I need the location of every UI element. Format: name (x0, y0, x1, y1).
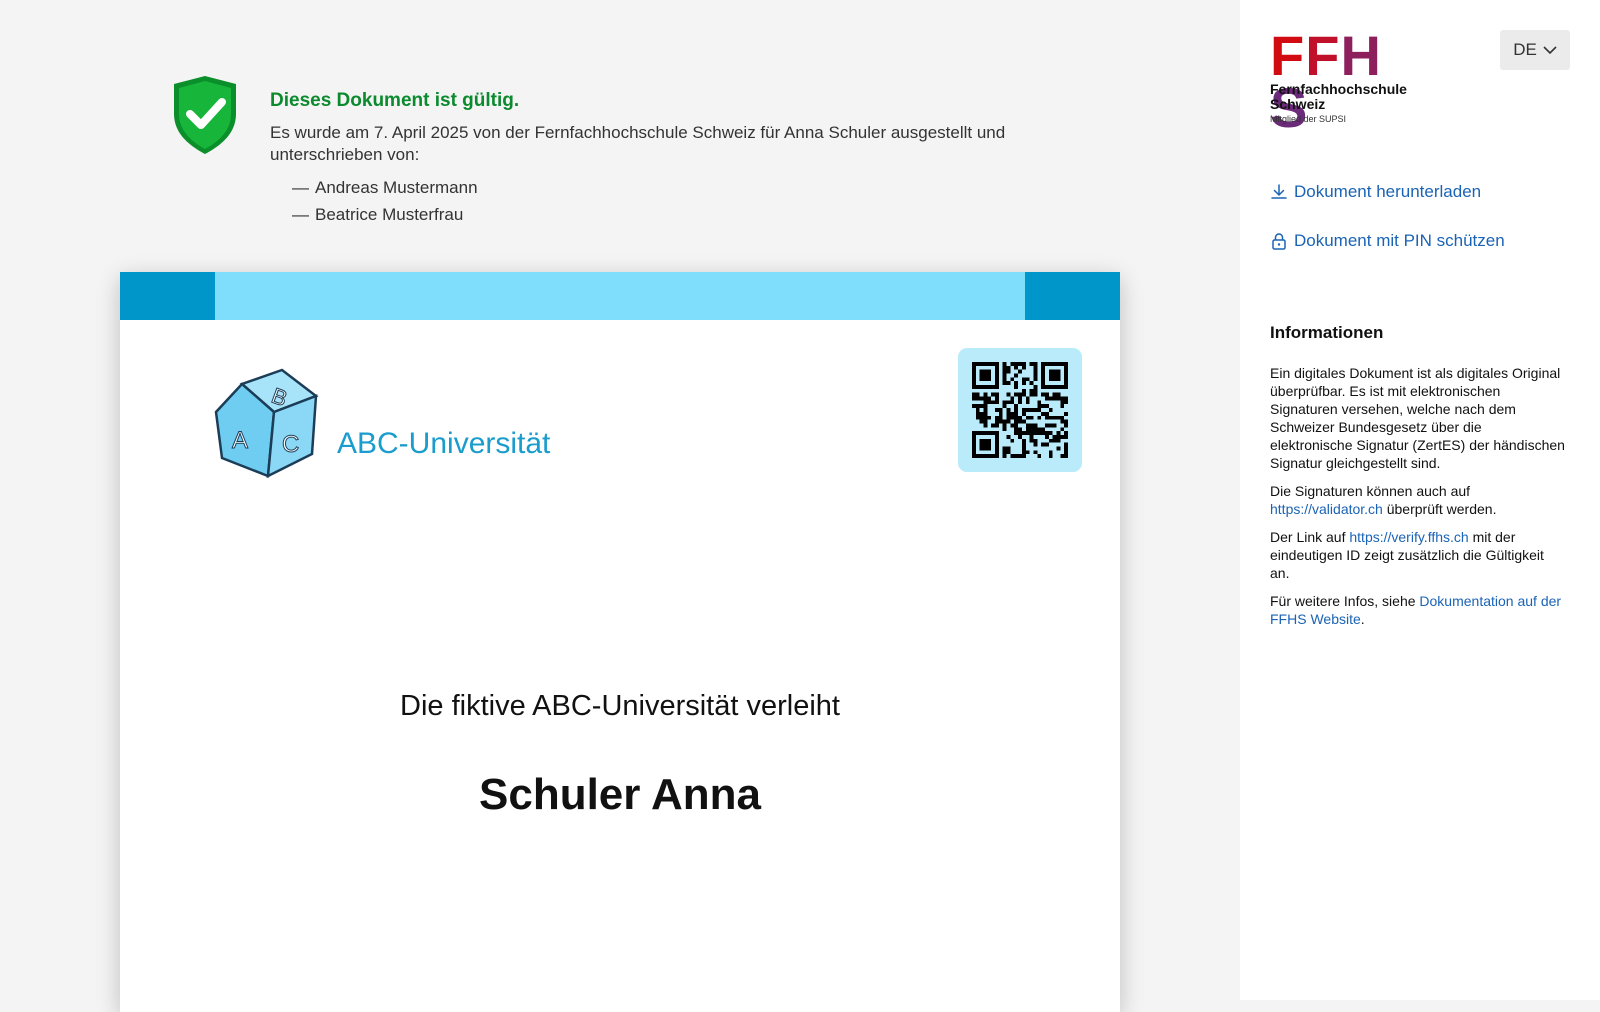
info-text-span: Für weitere Infos, siehe (1270, 593, 1420, 609)
cube-letter-c: C (282, 431, 299, 458)
logo-letter: H (1340, 24, 1382, 87)
download-icon (1271, 184, 1287, 199)
info-text: Ein digitales Dokument ist als digitales… (1270, 364, 1566, 638)
signer-item: — Beatrice Musterfrau (292, 201, 1070, 228)
chevron-down-icon (1543, 46, 1557, 55)
info-paragraph-3: Der Link auf https://verify.ffhs.ch mit … (1270, 528, 1566, 582)
validity-title: Dieses Dokument ist gültig. (270, 90, 520, 111)
ffhs-logo-subtitle: Mitglied der SUPSI (1270, 114, 1347, 124)
ffhs-name-line2: Schweiz (1270, 96, 1326, 112)
lock-icon (1272, 233, 1286, 250)
signer-name: Andreas Mustermann (315, 178, 478, 197)
signer-dash: — (292, 205, 309, 224)
pin-protect-label: Dokument mit PIN schützen (1294, 231, 1505, 250)
download-document-button[interactable]: Dokument herunterladen (1270, 182, 1481, 202)
pin-protect-button[interactable]: Dokument mit PIN schützen (1270, 231, 1505, 251)
signer-dash: — (292, 178, 309, 197)
info-paragraph-2: Die Signaturen können auch auf https://v… (1270, 482, 1566, 518)
document-preview[interactable]: B A C ABC-Universität Die fiktive ABC-Un… (120, 272, 1120, 1012)
band-right-accent (1025, 272, 1120, 320)
logo-letter: F (1305, 24, 1341, 87)
recipient-name: Schuler Anna (479, 770, 761, 819)
language-value: DE (1513, 40, 1537, 59)
validity-text: Dieses Dokument ist gültig. Es wurde am … (270, 90, 1070, 228)
info-text-span: Der Link auf (1270, 529, 1350, 545)
qr-code-icon (972, 362, 1068, 458)
sidebar: FFHS Fernfachhochschule Schweiz Mitglied… (1240, 0, 1600, 1000)
cube-letter-a: A (232, 427, 248, 454)
validity-description: Es wurde am 7. April 2025 von der Fernfa… (270, 123, 1006, 164)
download-document-label: Dokument herunterladen (1294, 182, 1482, 201)
info-paragraph-1: Ein digitales Dokument ist als digitales… (1270, 365, 1565, 471)
info-text-span: . (1360, 611, 1365, 627)
signer-list: — Andreas Mustermann — Beatrice Musterfrau (270, 174, 1070, 228)
language-select[interactable]: DE (1500, 30, 1570, 70)
band-left-accent (120, 272, 215, 320)
validator-link[interactable]: https://validator.ch (1270, 501, 1383, 517)
main-area: Dieses Dokument ist gültig. Es wurde am … (0, 0, 1240, 1012)
ffhs-logo[interactable]: FFHS Fernfachhochschule Schweiz Mitglied… (1270, 24, 1420, 136)
signer-item: — Andreas Mustermann (292, 174, 1070, 201)
signer-name: Beatrice Musterfrau (315, 205, 464, 224)
ffhs-name-line1: Fernfachhochschule (1270, 81, 1407, 97)
info-paragraph-4: Für weitere Infos, siehe Dokumentation a… (1270, 592, 1566, 628)
verify-link[interactable]: https://verify.ffhs.ch (1349, 529, 1468, 545)
info-text-span: Die Signaturen können auch auf (1270, 483, 1471, 499)
verified-shield-icon (174, 76, 236, 154)
document-award-line: Die fiktive ABC-Universität verleiht (400, 690, 840, 722)
logo-letter: F (1270, 24, 1306, 87)
info-heading: Informationen (1270, 323, 1384, 342)
document-header-band (120, 272, 1120, 320)
ffhs-logo-name: Fernfachhochschule Schweiz (1270, 82, 1407, 112)
abc-cube-logo-icon: B A C (214, 368, 319, 479)
info-text-span: überprüft werden. (1382, 501, 1497, 517)
university-name: ABC-Universität (337, 427, 551, 460)
qr-code-box[interactable] (958, 348, 1082, 472)
